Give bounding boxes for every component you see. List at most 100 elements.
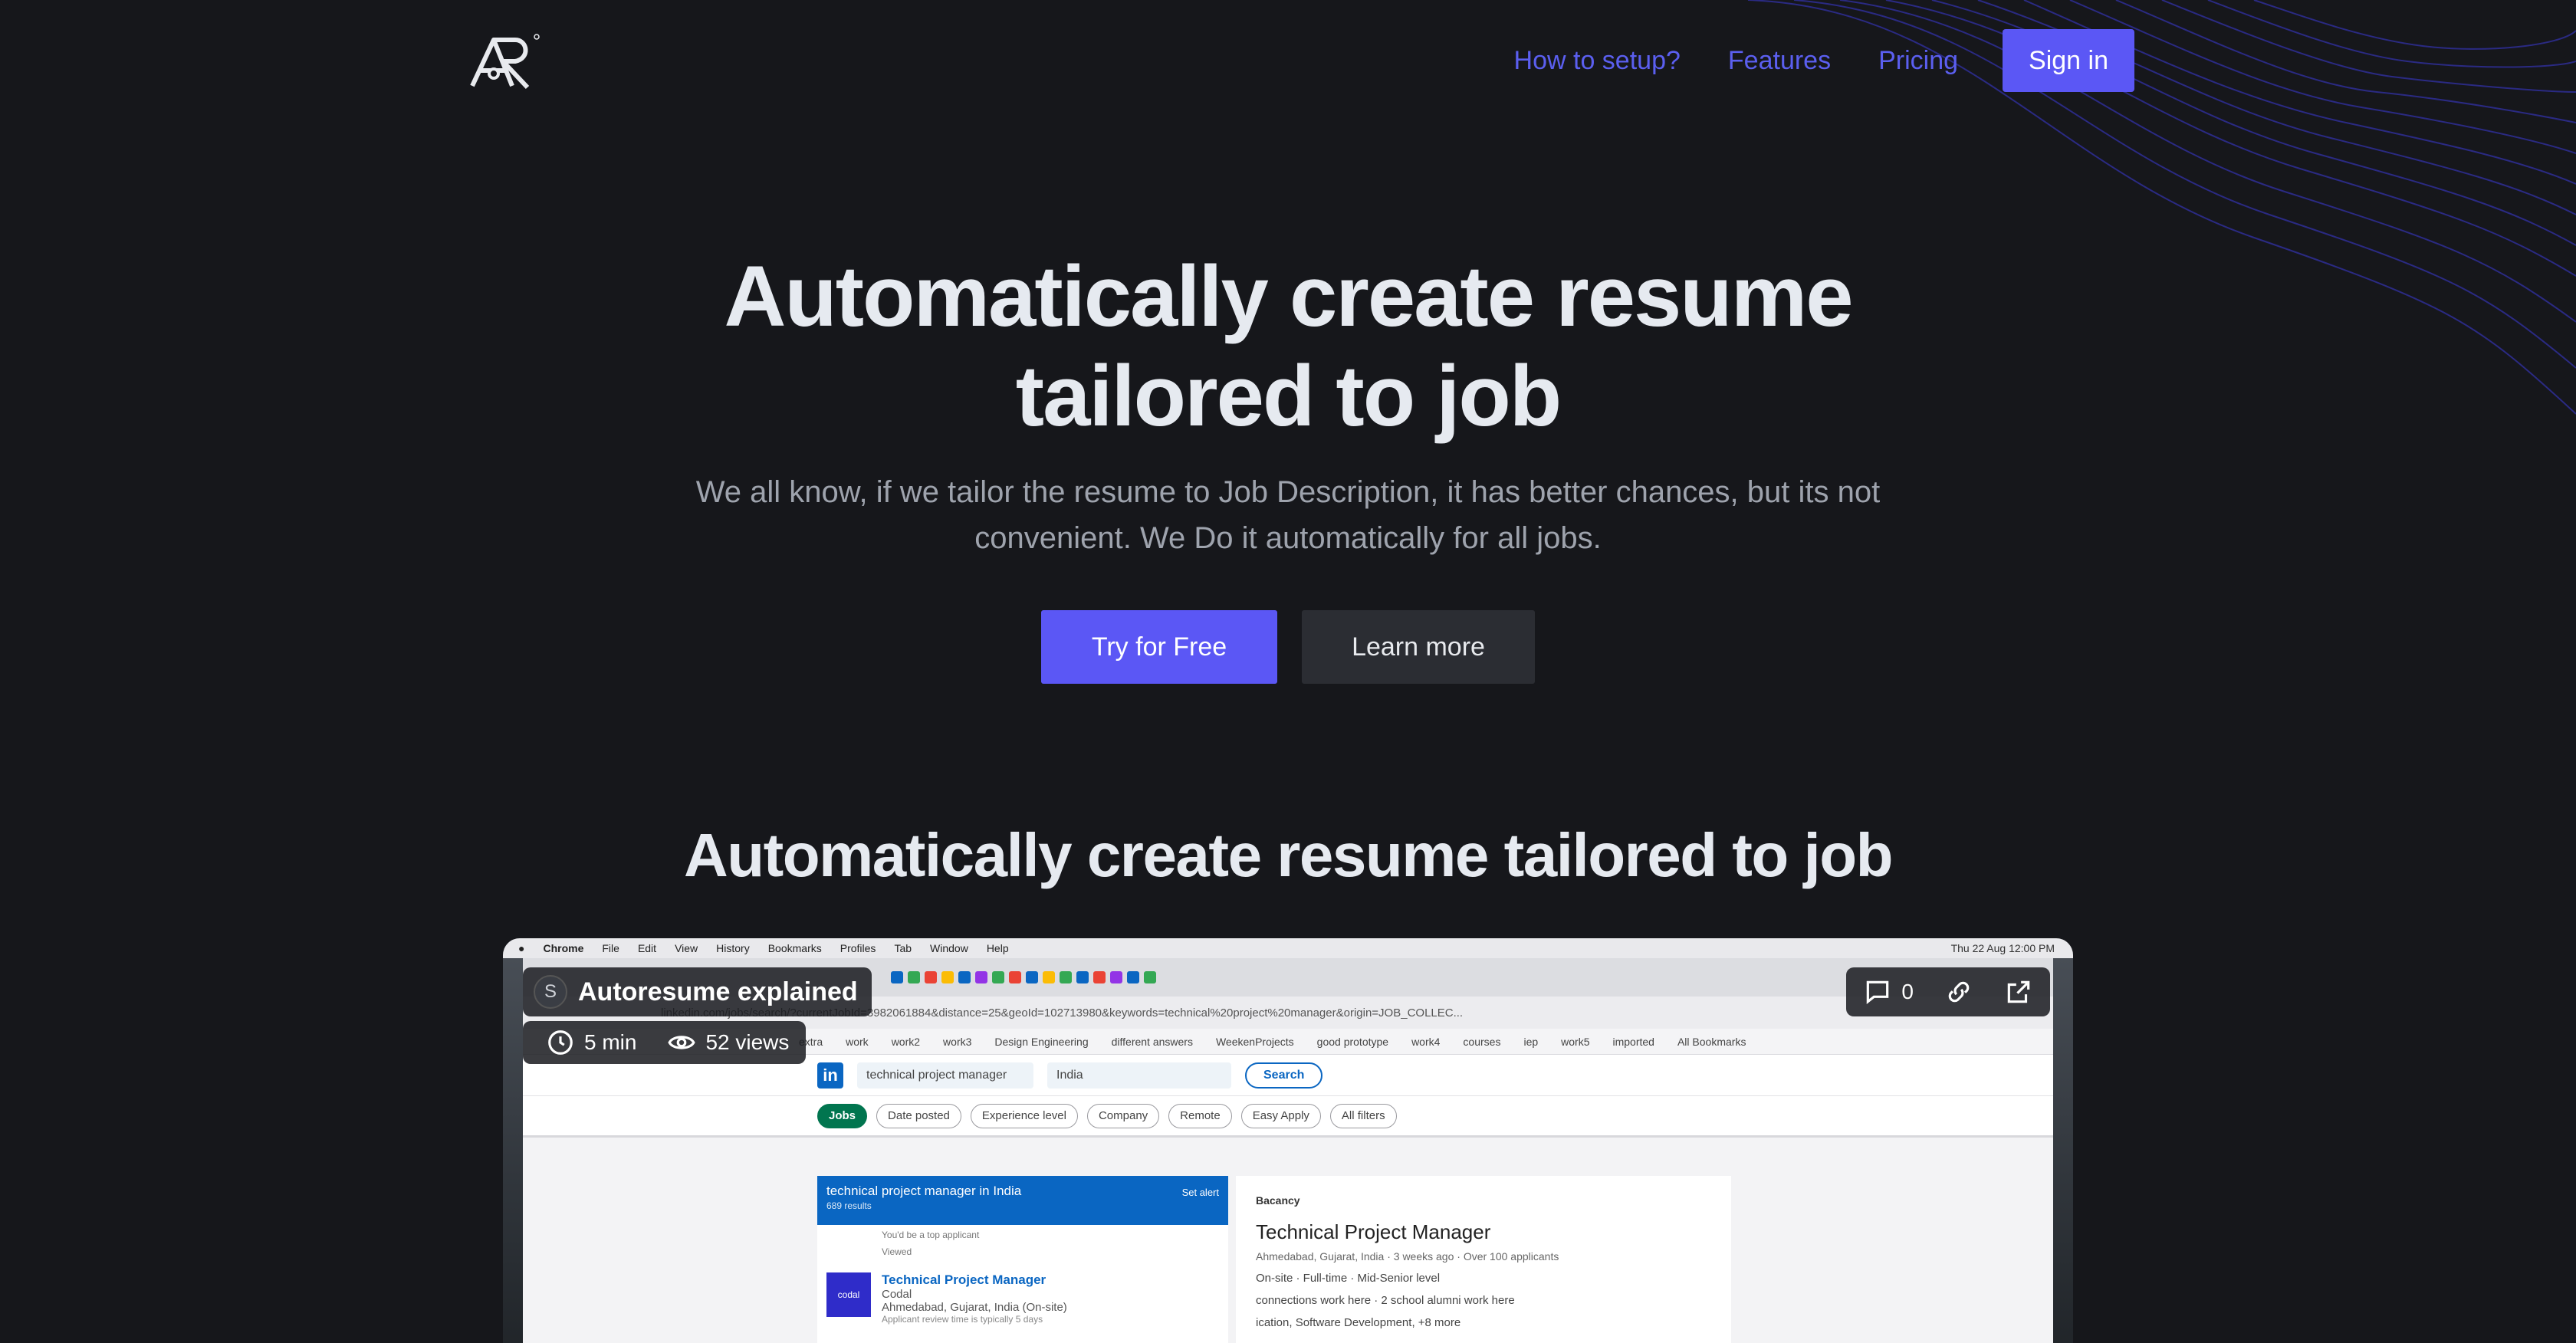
bookmark-item: All Bookmarks	[1677, 1035, 1746, 1048]
bookmark-item: work5	[1561, 1035, 1590, 1048]
bookmark-item: work2	[891, 1035, 921, 1048]
mac-menu-item: Profiles	[840, 942, 876, 954]
bookmark-item: courses	[1463, 1035, 1501, 1048]
mac-menu-item: Bookmarks	[767, 942, 822, 954]
job-review-note: Applicant review time is typically 5 day…	[882, 1314, 1043, 1325]
mac-menu-item: Tab	[894, 942, 912, 954]
bookmark-item: good prototype	[1316, 1035, 1389, 1048]
detail-skills: ication, Software Development, +8 more	[1256, 1316, 1461, 1329]
duration-label: 5 min	[584, 1030, 637, 1054]
autoresume-logo[interactable]	[468, 31, 541, 92]
bookmark-item: Design Engineering	[994, 1035, 1089, 1048]
set-alert-label: Set alert	[1181, 1187, 1219, 1198]
tab-favicon	[1076, 971, 1089, 983]
linkedin-search-button: Search	[1245, 1062, 1323, 1089]
mac-menu-item: Chrome	[543, 942, 584, 954]
viewed-label: Viewed	[882, 1246, 912, 1257]
nav-links: How to setup? Features Pricing Sign in	[1514, 29, 2134, 92]
mac-menu-item: History	[716, 942, 750, 954]
tab-favicon	[1026, 971, 1038, 983]
views-label: 52 views	[705, 1030, 790, 1054]
mac-menu-item: File	[602, 942, 619, 954]
results-header: technical project manager in India Set a…	[817, 1176, 1228, 1225]
hero-title: Automatically create resume tailored to …	[0, 247, 2576, 446]
duration-stat: 5 min	[546, 1028, 636, 1057]
tab-favicon	[1127, 971, 1139, 983]
linkedin-logo-icon: in	[817, 1062, 843, 1089]
comment-icon	[1867, 980, 1889, 1004]
tab-favicon	[1009, 971, 1021, 983]
tab-favicon	[908, 971, 920, 983]
hero-title-line2: tailored to job	[1015, 348, 1562, 444]
job-company: Codal	[882, 1288, 912, 1301]
tab-favicon	[1144, 971, 1156, 983]
nav-link-pricing[interactable]: Pricing	[1878, 46, 1958, 76]
section-title: Automatically create resume tailored to …	[684, 821, 1893, 889]
bookmark-item: work4	[1411, 1035, 1441, 1048]
detail-company: Bacancy	[1256, 1194, 1300, 1207]
linkedin-filters: Jobs Date posted Experience level Compan…	[523, 1096, 2053, 1138]
filter-chip: Date posted	[876, 1103, 961, 1128]
detail-meta: Ahmedabad, Gujarat, India · 3 weeks ago …	[1256, 1250, 1559, 1263]
top-applicant-note: You'd be a top applicant	[882, 1230, 980, 1240]
nav-link-how-to-setup[interactable]: How to setup?	[1514, 46, 1681, 76]
tab-favicon	[1093, 971, 1106, 983]
video-title[interactable]: Autoresume explained	[578, 977, 858, 1007]
bookmark-item: different answers	[1111, 1035, 1193, 1048]
video-title-overlay: S Autoresume explained	[523, 967, 872, 1016]
filter-chip: Experience level	[970, 1103, 1078, 1128]
tab-favicon	[925, 971, 937, 983]
signin-button[interactable]: Sign in	[2003, 29, 2134, 92]
comments-count: 0	[1901, 980, 1914, 1003]
mac-menu-item: Edit	[637, 942, 657, 954]
job-list-item: codal Technical Project Manager Codal Ah…	[817, 1257, 1228, 1325]
eye-icon	[668, 1036, 696, 1049]
nav-link-features[interactable]: Features	[1728, 46, 1831, 76]
filter-chip: All filters	[1329, 1103, 1397, 1128]
tab-favicon	[1060, 971, 1072, 983]
job-results-list: technical project manager in India Set a…	[817, 1176, 1228, 1343]
apple-icon: ●	[518, 942, 525, 954]
tab-favicon	[992, 971, 1004, 983]
linkedin-location-input: India	[1047, 1062, 1231, 1089]
bookmark-item: iep	[1523, 1035, 1539, 1048]
filter-chip: Company	[1086, 1103, 1160, 1128]
video-mac-menubar: ● Chrome File Edit View History Bookmark…	[503, 938, 2073, 958]
video-actions-overlay: 0	[1846, 967, 2050, 1016]
tab-favicon	[958, 971, 971, 983]
link-icon[interactable]	[1944, 977, 1973, 1006]
hero-subtitle: We all know, if we tailor the resume to …	[695, 475, 1881, 555]
results-count: 689 results	[826, 1200, 872, 1211]
bookmark-item: WeekenProjects	[1215, 1035, 1294, 1048]
try-for-free-button[interactable]: Try for Free	[1041, 610, 1277, 684]
clock-icon	[548, 1030, 573, 1055]
detail-connections: connections work here · 2 school alumni …	[1256, 1294, 1515, 1307]
filter-chip: Jobs	[817, 1103, 868, 1128]
job-location: Ahmedabad, Gujarat, India (On-site)	[882, 1301, 1067, 1314]
detail-tags: On-site · Full-time · Mid-Senior level	[1256, 1272, 1441, 1285]
detail-job-title: Technical Project Manager	[1256, 1220, 1491, 1243]
filter-chip: Remote	[1168, 1103, 1232, 1128]
bookmark-item: imported	[1612, 1035, 1654, 1048]
video-player[interactable]: ● Chrome File Edit View History Bookmark…	[503, 938, 2073, 1343]
learn-more-button[interactable]: Learn more	[1302, 610, 1535, 684]
hero-cta-group: Try for Free Learn more	[0, 610, 2576, 684]
results-title: technical project manager in India	[826, 1184, 1022, 1198]
external-link-icon[interactable]	[2004, 977, 2033, 1006]
tab-favicon	[975, 971, 987, 983]
hero-title-line1: Automatically create resume	[724, 248, 1853, 344]
views-stat: 52 views	[667, 1028, 789, 1057]
job-title: Technical Project Manager	[882, 1272, 1046, 1287]
comments-button[interactable]: 0	[1863, 977, 1914, 1006]
tab-favicon	[1043, 971, 1055, 983]
filter-chip: Easy Apply	[1240, 1103, 1321, 1128]
top-nav: How to setup? Features Pricing Sign in	[0, 0, 2576, 123]
mac-menu-item: Help	[986, 942, 1009, 954]
mac-menu-item: Window	[930, 942, 968, 954]
video-stats-overlay: 5 min 52 views	[523, 1021, 807, 1064]
company-logo: codal	[826, 1272, 871, 1317]
mac-clock: Thu 22 Aug 12:00 PM	[1950, 942, 2055, 954]
author-avatar: S	[534, 975, 567, 1009]
tab-favicon	[941, 971, 954, 983]
tab-favicon	[1110, 971, 1122, 983]
